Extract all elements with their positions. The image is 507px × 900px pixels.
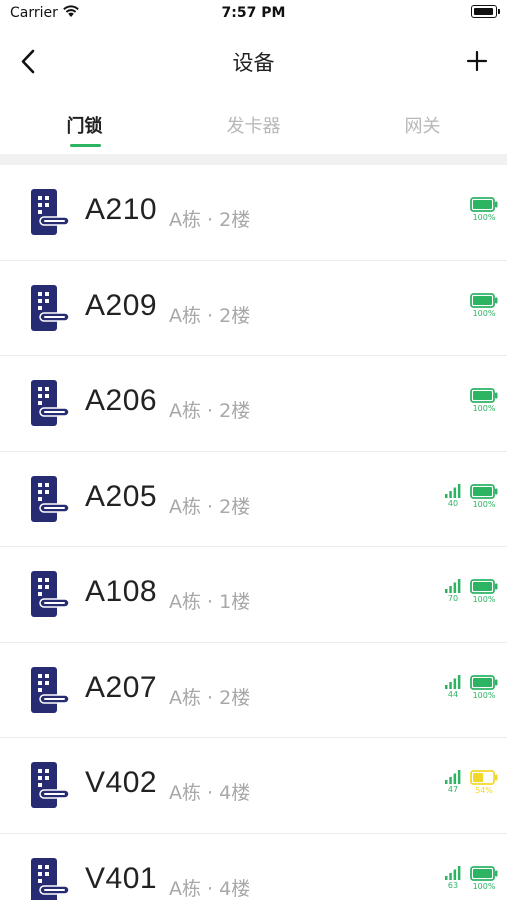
battery-value: 100%: [472, 213, 496, 222]
battery-icon: [470, 865, 498, 881]
section-divider: [0, 154, 507, 165]
signal-strength-icon: [445, 579, 461, 593]
battery-value: 100%: [472, 499, 496, 509]
signal-value: 44: [447, 689, 459, 699]
battery-value: 100%: [472, 595, 496, 604]
device-name: A206: [85, 384, 158, 417]
device-name: A207: [85, 670, 158, 704]
door-lock-icon: [31, 189, 69, 235]
add-device-button[interactable]: [463, 47, 491, 75]
battery-indicator: 100%: [469, 292, 499, 327]
device-name: A205: [85, 479, 158, 513]
signal-value: 47: [447, 785, 459, 794]
door-lock-icon: [31, 857, 69, 900]
device-location: A栋 · 2楼: [169, 686, 251, 709]
device-row[interactable]: A209 A栋 · 2楼 100%: [0, 261, 507, 356]
device-type-tabs: 门锁 发卡器 网关: [0, 98, 507, 150]
battery-indicator: 54%: [469, 770, 499, 804]
device-row[interactable]: V402 A栋 · 4楼 47 54%: [0, 738, 507, 834]
status-battery-icon: [471, 5, 500, 18]
door-lock-icon: [31, 380, 69, 426]
device-location: A栋 · 2楼: [169, 495, 251, 518]
status-time: 7:57 PM: [221, 5, 286, 21]
device-name: V401: [85, 861, 158, 895]
device-row[interactable]: A207 A栋 · 2楼 44 100%: [0, 643, 507, 738]
battery-value: 100%: [472, 308, 496, 318]
battery-value: 100%: [472, 690, 496, 700]
signal-strength-icon: [445, 770, 461, 784]
navigation-bar: 设备: [0, 36, 507, 86]
signal-indicator: 47: [442, 770, 464, 804]
device-location: A栋 · 2楼: [169, 209, 251, 231]
device-row[interactable]: A210 A栋 · 2楼 100%: [0, 165, 507, 261]
signal-indicator: 63: [442, 865, 464, 900]
device-name: A209: [85, 288, 158, 322]
device-row[interactable]: A206 A栋 · 2楼 100%: [0, 356, 507, 452]
battery-icon: [470, 197, 498, 212]
tab-card-issuer[interactable]: 发卡器: [169, 98, 338, 150]
signal-indicator: 70: [442, 579, 464, 613]
device-row[interactable]: A205 A栋 · 2楼 40 100%: [0, 452, 507, 547]
device-row[interactable]: V401 A栋 · 4楼 63 100%: [0, 834, 507, 900]
device-name: V402: [85, 766, 158, 799]
signal-value: 63: [447, 880, 459, 890]
device-location: A栋 · 4楼: [169, 877, 251, 900]
signal-strength-icon: [445, 865, 461, 880]
door-lock-icon: [31, 666, 69, 713]
device-row[interactable]: A108 A栋 · 1楼 70 100%: [0, 547, 507, 643]
door-lock-icon: [31, 475, 69, 522]
battery-indicator: 100%: [469, 674, 499, 709]
battery-icon: [470, 388, 498, 403]
page-title: 设备: [232, 51, 275, 75]
battery-icon: [470, 674, 498, 690]
battery-value: 100%: [472, 404, 496, 413]
door-lock-icon: [31, 762, 69, 808]
device-list: A210 A栋 · 2楼 100% A209 A栋 · 2楼 100% A206 A栋 · 2…: [0, 165, 507, 900]
battery-icon: [470, 579, 498, 594]
battery-value: 54%: [475, 786, 493, 795]
active-tab-indicator: [70, 144, 101, 147]
battery-indicator: 100%: [469, 388, 499, 422]
back-button[interactable]: [14, 47, 44, 77]
device-location: A栋 · 1楼: [169, 591, 251, 613]
device-name: A108: [85, 575, 158, 608]
battery-indicator: 100%: [469, 865, 499, 900]
plus-icon: [466, 50, 488, 72]
device-location: A栋 · 4楼: [169, 782, 251, 804]
tab-door-lock[interactable]: 门锁: [0, 98, 169, 150]
battery-icon: [470, 483, 498, 499]
signal-indicator: 40: [442, 483, 464, 518]
battery-indicator: 100%: [469, 197, 499, 231]
signal-value: 70: [447, 594, 459, 603]
door-lock-icon: [31, 571, 69, 617]
device-location: A栋 · 2楼: [169, 304, 251, 327]
tab-gateway[interactable]: 网关: [338, 98, 507, 150]
battery-icon: [470, 770, 498, 785]
device-location: A栋 · 2楼: [169, 400, 251, 422]
battery-value: 100%: [472, 881, 496, 891]
battery-indicator: 100%: [469, 579, 499, 613]
signal-strength-icon: [445, 674, 461, 689]
battery-icon: [470, 292, 498, 308]
signal-strength-icon: [445, 483, 461, 498]
device-name: A210: [85, 193, 158, 226]
chevron-left-icon: [21, 49, 35, 74]
status-bar: Carrier 7:57 PM: [0, 0, 507, 30]
signal-value: 40: [447, 498, 459, 508]
signal-indicator: 44: [442, 674, 464, 709]
door-lock-icon: [31, 284, 69, 331]
battery-indicator: 100%: [469, 483, 499, 518]
